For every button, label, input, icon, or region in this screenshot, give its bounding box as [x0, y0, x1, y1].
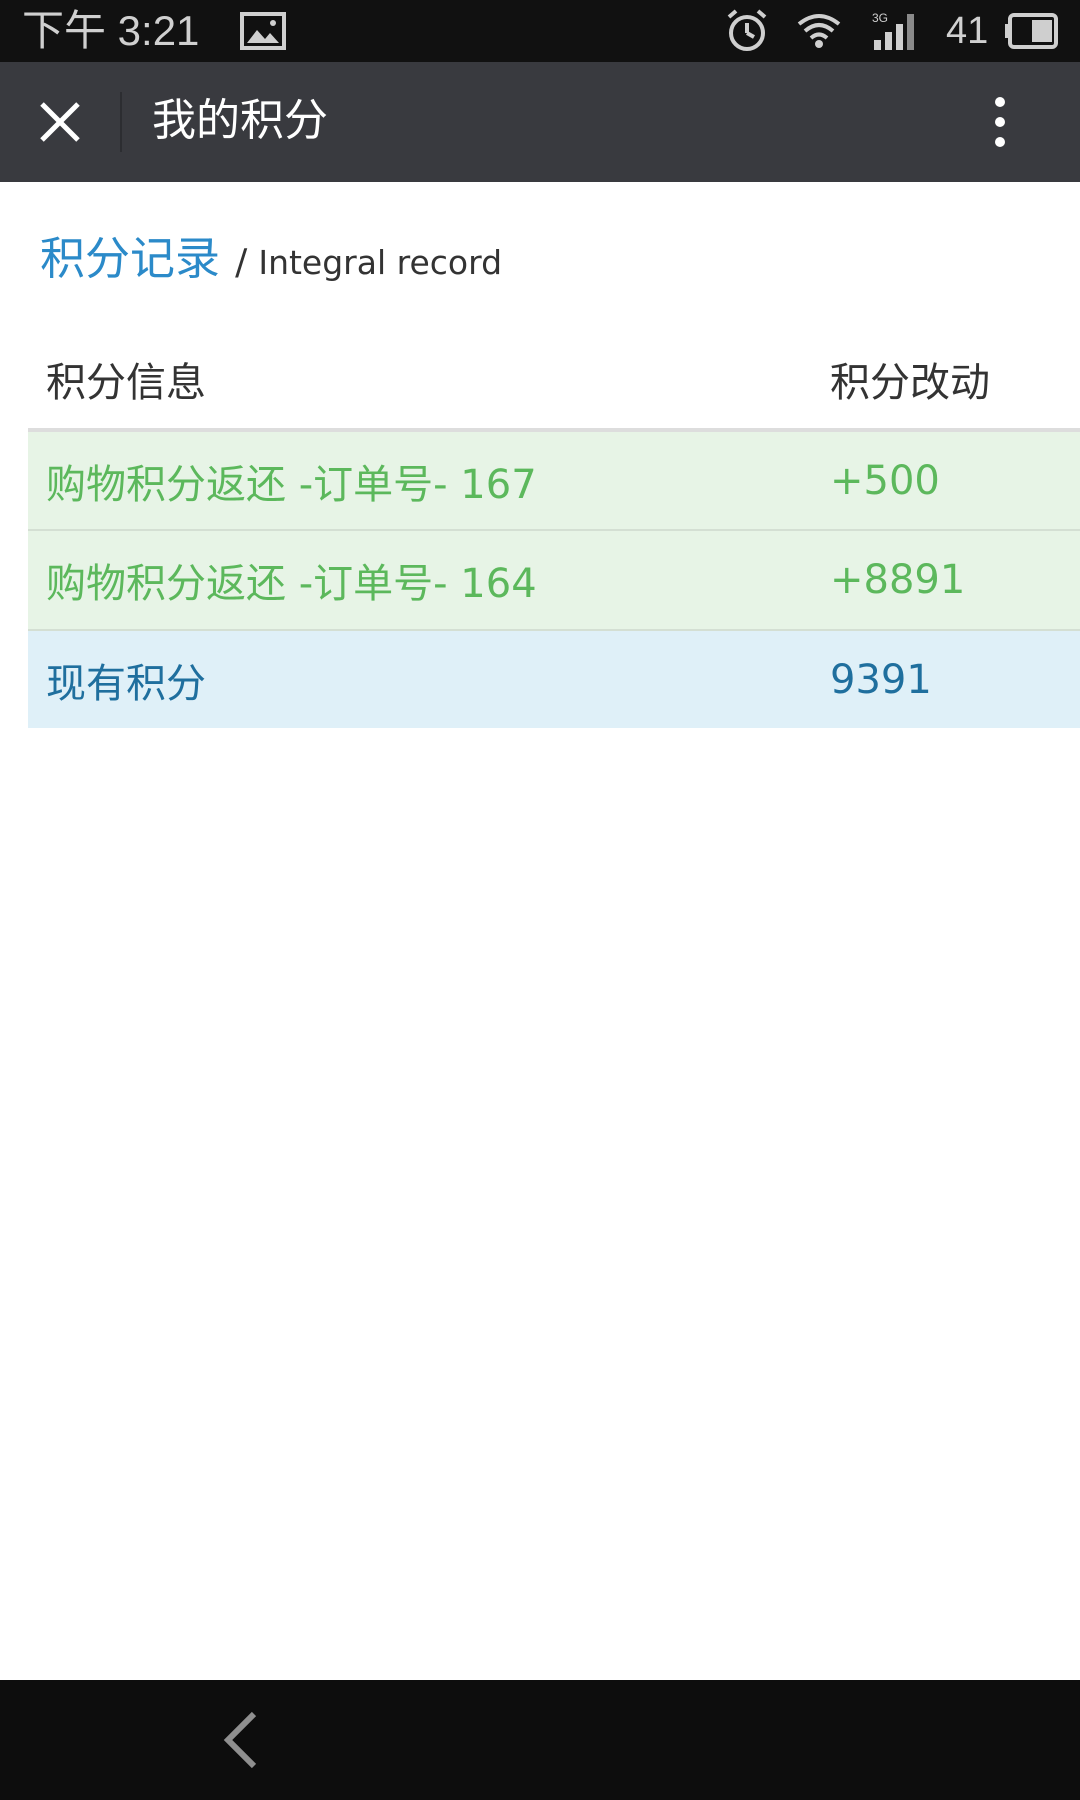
image-icon: [240, 12, 286, 54]
section-title-en: Integral record: [258, 243, 503, 282]
table-header-row: 积分信息 积分改动: [28, 330, 1080, 432]
total-points-label: 现有积分: [28, 629, 812, 728]
section-title-cn: 积分记录: [40, 232, 221, 285]
section-title-separator: /: [235, 242, 248, 283]
battery-level: 41: [946, 10, 989, 52]
column-header-change: 积分改动: [812, 330, 1080, 432]
more-vertical-icon: [995, 97, 1005, 147]
alarm-icon: [724, 8, 770, 58]
status-bar: 下午 3:21 3G 41: [0, 0, 1080, 62]
record-info: 购物积分返还 -订单号- 164: [28, 529, 812, 630]
title-divider: [120, 92, 122, 152]
total-points-row: 现有积分 9391: [28, 629, 1080, 728]
back-button[interactable]: [204, 1702, 276, 1778]
column-header-info: 积分信息: [28, 330, 812, 432]
section-heading: 积分记录 / Integral record: [40, 222, 502, 287]
title-bar: 我的积分: [0, 62, 1080, 182]
record-info: 购物积分返还 -订单号- 167: [28, 429, 812, 530]
table-row: 购物积分返还 -订单号- 167 +500: [28, 429, 1080, 530]
close-button[interactable]: [18, 80, 102, 164]
total-points-value: 9391: [812, 629, 1080, 728]
integral-record-table: 积分信息 积分改动 购物积分返还 -订单号- 167 +500 购物积分返还 -…: [28, 330, 1080, 728]
page-title: 我的积分: [152, 95, 328, 146]
signal-icon: 3G: [870, 10, 926, 56]
wifi-icon: [795, 10, 843, 56]
record-change: +8891: [812, 529, 1080, 630]
status-time: 下午 3:21: [22, 7, 200, 54]
back-chevron-icon: [223, 1711, 257, 1769]
network-type-label: 3G: [872, 11, 888, 25]
more-options-button[interactable]: [970, 82, 1030, 162]
battery-icon: [1004, 12, 1060, 54]
table-row: 购物积分返还 -订单号- 164 +8891: [28, 529, 1080, 630]
close-icon: [40, 102, 80, 142]
navigation-bar: [0, 1680, 1080, 1800]
record-change: +500: [812, 429, 1080, 530]
